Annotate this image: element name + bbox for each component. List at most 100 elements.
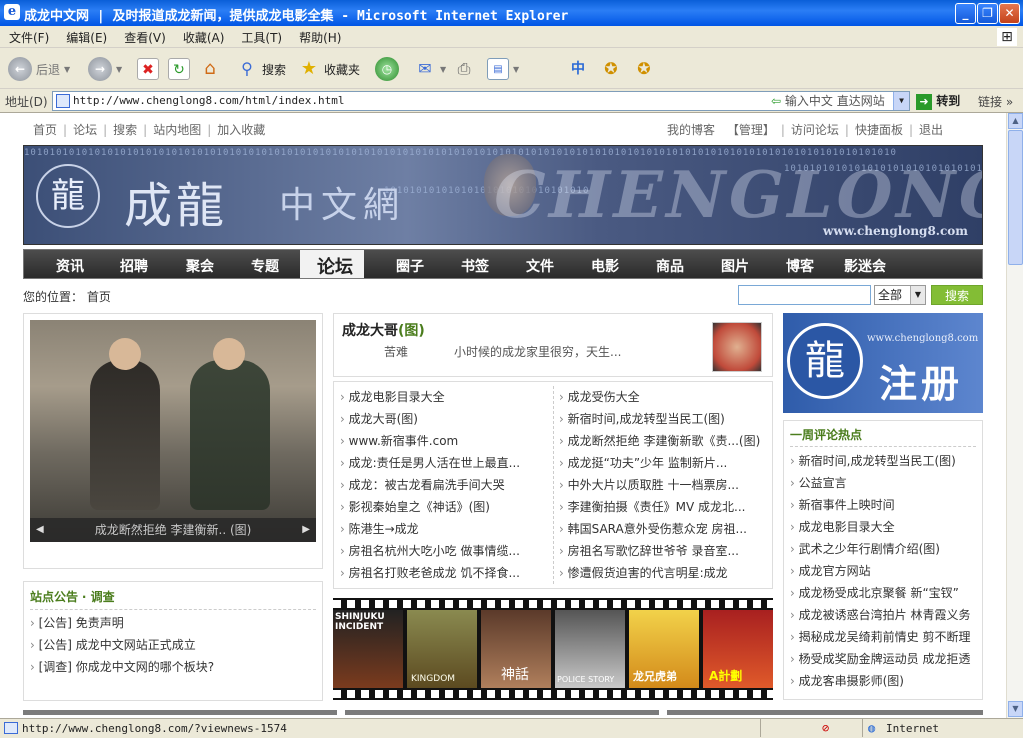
poster-3[interactable]: 神話 (481, 610, 551, 688)
menu-help[interactable]: 帮助(H) (290, 26, 349, 46)
nav-gatherings[interactable]: 聚会 (186, 256, 214, 276)
list-item[interactable]: 成龙杨受成北京聚餐 新“宝钗” (790, 582, 978, 604)
nav-movies[interactable]: 电影 (591, 256, 619, 276)
go-button[interactable]: ➜ 转到 (916, 92, 960, 110)
photo-caption[interactable]: ◀ 成龙断然拒绝 李建衡新.. (图) ▶ (30, 518, 316, 542)
list-item[interactable]: 武术之少年行剧情介绍(图) (790, 538, 978, 560)
list-item[interactable]: 成龙电影目录大全 (340, 386, 548, 408)
next-arrow-icon[interactable]: ▶ (302, 518, 310, 542)
featured-photo[interactable]: ◀ 成龙断然拒绝 李建衡新.. (图) ▶ (30, 320, 316, 542)
window-title-bar[interactable]: e 成龙中文网 | 及时报道成龙新闻，提供成龙电影全集 - Microsoft … (0, 0, 1023, 26)
edit-button[interactable]: ▤ ▼ (487, 55, 519, 83)
list-item[interactable]: 成龙客串摄影师(图) (790, 670, 978, 692)
nav-circles[interactable]: 圈子 (396, 256, 424, 276)
close-button[interactable]: ✕ (999, 3, 1020, 24)
list-item[interactable]: [调查] 你成龙中文网的哪个板块? (30, 656, 316, 678)
search-submit-button[interactable]: 搜索 (931, 285, 983, 305)
list-item[interactable]: 成龙：被古龙看扁洗手间大哭 (340, 474, 548, 496)
refresh-button[interactable]: ↻ (168, 55, 190, 83)
back-button[interactable]: ← 后退 ▼ (8, 55, 70, 83)
address-input[interactable]: http://www.chenglong8.com/html/index.htm… (52, 91, 910, 111)
list-item[interactable]: 成龙电影目录大全 (790, 516, 978, 538)
nav-bookmarks[interactable]: 书签 (461, 256, 489, 276)
nav-fanclub[interactable]: 影迷会 (844, 256, 886, 276)
list-item[interactable]: 李建衡拍摄《责任》MV 成龙北... (559, 496, 769, 518)
list-item[interactable]: 成龙:责任是男人活在世上最直... (340, 452, 548, 474)
mail-button[interactable]: ✉ ▼ (414, 55, 446, 83)
list-item[interactable]: 成龙挺“功夫”少年 监制新片... (559, 452, 769, 474)
maximize-button[interactable]: ❐ (977, 3, 998, 24)
list-item[interactable]: 成龙断然拒绝 李建衡新歌《责...(图) (559, 430, 769, 452)
list-item[interactable]: 影视秦始皇之《神话》(图) (340, 496, 548, 518)
print-button[interactable]: ⎙ (453, 55, 475, 83)
menu-favorites[interactable]: 收藏(A) (174, 26, 233, 46)
nav-files[interactable]: 文件 (526, 256, 554, 276)
nav-topics[interactable]: 专题 (251, 256, 279, 276)
menu-edit[interactable]: 编辑(E) (57, 26, 115, 46)
poster-4[interactable]: POLICE STORY (555, 610, 625, 688)
list-item[interactable]: 成龙被诱惑台湾拍片 林青霞义务 (790, 604, 978, 626)
link-visit-forum[interactable]: 访问论坛 (791, 123, 839, 137)
breadcrumb-home[interactable]: 首页 (87, 290, 111, 304)
feature-thumbnail[interactable] (712, 322, 762, 372)
prev-arrow-icon[interactable]: ◀ (36, 518, 44, 542)
list-item[interactable]: www.新宿事件.com (340, 430, 548, 452)
list-item[interactable]: 新宿时间,成龙转型当民工(图) (559, 408, 769, 430)
feature-title[interactable]: 成龙大哥(图) (342, 320, 425, 340)
link-admin[interactable]: 【管理】 (719, 123, 775, 137)
list-item[interactable]: 惨遭假货迫害的代言明星:成龙 (559, 562, 769, 584)
poster-6[interactable]: A計劃 (703, 610, 773, 688)
nav-forum[interactable]: 论坛 (317, 253, 353, 279)
list-item[interactable]: 房祖名杭州大吃小吃 做事情缆... (340, 540, 548, 562)
scroll-up-icon[interactable]: ▲ (1008, 113, 1023, 129)
stop-button[interactable]: ✖ (137, 55, 159, 83)
nav-jobs[interactable]: 招聘 (120, 256, 148, 276)
home-button[interactable]: ⌂ (199, 55, 221, 83)
search-input[interactable] (738, 285, 871, 305)
list-item[interactable]: 新宿事件上映时间 (790, 494, 978, 516)
register-banner[interactable]: 龍 www.chenglong8.com 注册 (783, 313, 983, 413)
list-item[interactable]: 成龙受伤大全 (559, 386, 769, 408)
scroll-thumb[interactable] (1008, 130, 1023, 265)
site-banner[interactable]: 1010101010101010101010101010101010101010… (23, 145, 983, 245)
list-item[interactable]: 成龙大哥(图) (340, 408, 548, 430)
link-home[interactable]: 首页 (33, 123, 57, 137)
nav-pictures[interactable]: 图片 (721, 256, 749, 276)
poster-2[interactable]: KINGDOM (407, 610, 477, 688)
forward-button[interactable]: → ▼ (88, 55, 122, 83)
link-search[interactable]: 搜索 (113, 123, 137, 137)
link-sitemap[interactable]: 站内地图 (153, 123, 201, 137)
plugin-button-3[interactable]: ✪ (633, 55, 655, 83)
menu-view[interactable]: 查看(V) (115, 26, 174, 46)
list-item[interactable]: 揭秘成龙吴绮莉前情史 剪不断理 (790, 626, 978, 648)
list-item[interactable]: [公告] 成龙中文网站正式成立 (30, 634, 316, 656)
nav-news[interactable]: 资讯 (56, 256, 84, 276)
address-dropdown-icon[interactable]: ▼ (893, 92, 909, 110)
nav-blog[interactable]: 博客 (786, 256, 814, 276)
list-item[interactable]: 新宿时间,成龙转型当民工(图) (790, 450, 978, 472)
favorites-button[interactable]: ★ 收藏夹 (298, 55, 360, 83)
vertical-scrollbar[interactable]: ▲ ▼ (1006, 113, 1023, 718)
search-scope-select[interactable]: 全部 ▼ (874, 285, 926, 305)
links-toolbar[interactable]: 链接 » (978, 93, 1013, 110)
scroll-down-icon[interactable]: ▼ (1008, 701, 1023, 717)
link-my-blog[interactable]: 我的博客 (667, 123, 715, 137)
link-logout[interactable]: 退出 (919, 123, 943, 137)
list-item[interactable]: 中外大片以质取胜 十一档票房... (559, 474, 769, 496)
link-quick-panel[interactable]: 快捷面板 (855, 123, 903, 137)
link-forum[interactable]: 论坛 (73, 123, 97, 137)
plugin-button-2[interactable]: ✪ (600, 55, 622, 83)
nav-goods[interactable]: 商品 (656, 256, 684, 276)
poster-5[interactable]: 龙兄虎弟 (629, 610, 699, 688)
list-item[interactable]: 陈港生→成龙 (340, 518, 548, 540)
list-item[interactable]: 韩国SARA意外受伤惹众宠 房祖... (559, 518, 769, 540)
list-item[interactable]: [公告] 免责声明 (30, 612, 316, 634)
list-item[interactable]: 房祖名打败老爸成龙 饥不择食... (340, 562, 548, 584)
movie-poster-strip[interactable]: SHINJUKU INCIDENT KINGDOM 神話 POLICE STOR… (333, 598, 773, 700)
menu-tools[interactable]: 工具(T) (232, 26, 290, 46)
menu-file[interactable]: 文件(F) (0, 26, 57, 46)
link-bookmark[interactable]: 加入收藏 (217, 123, 265, 137)
search-button[interactable]: ⚲ 搜索 (236, 55, 286, 83)
list-item[interactable]: 公益宣言 (790, 472, 978, 494)
plugin-button-1[interactable]: 中 (567, 55, 589, 83)
